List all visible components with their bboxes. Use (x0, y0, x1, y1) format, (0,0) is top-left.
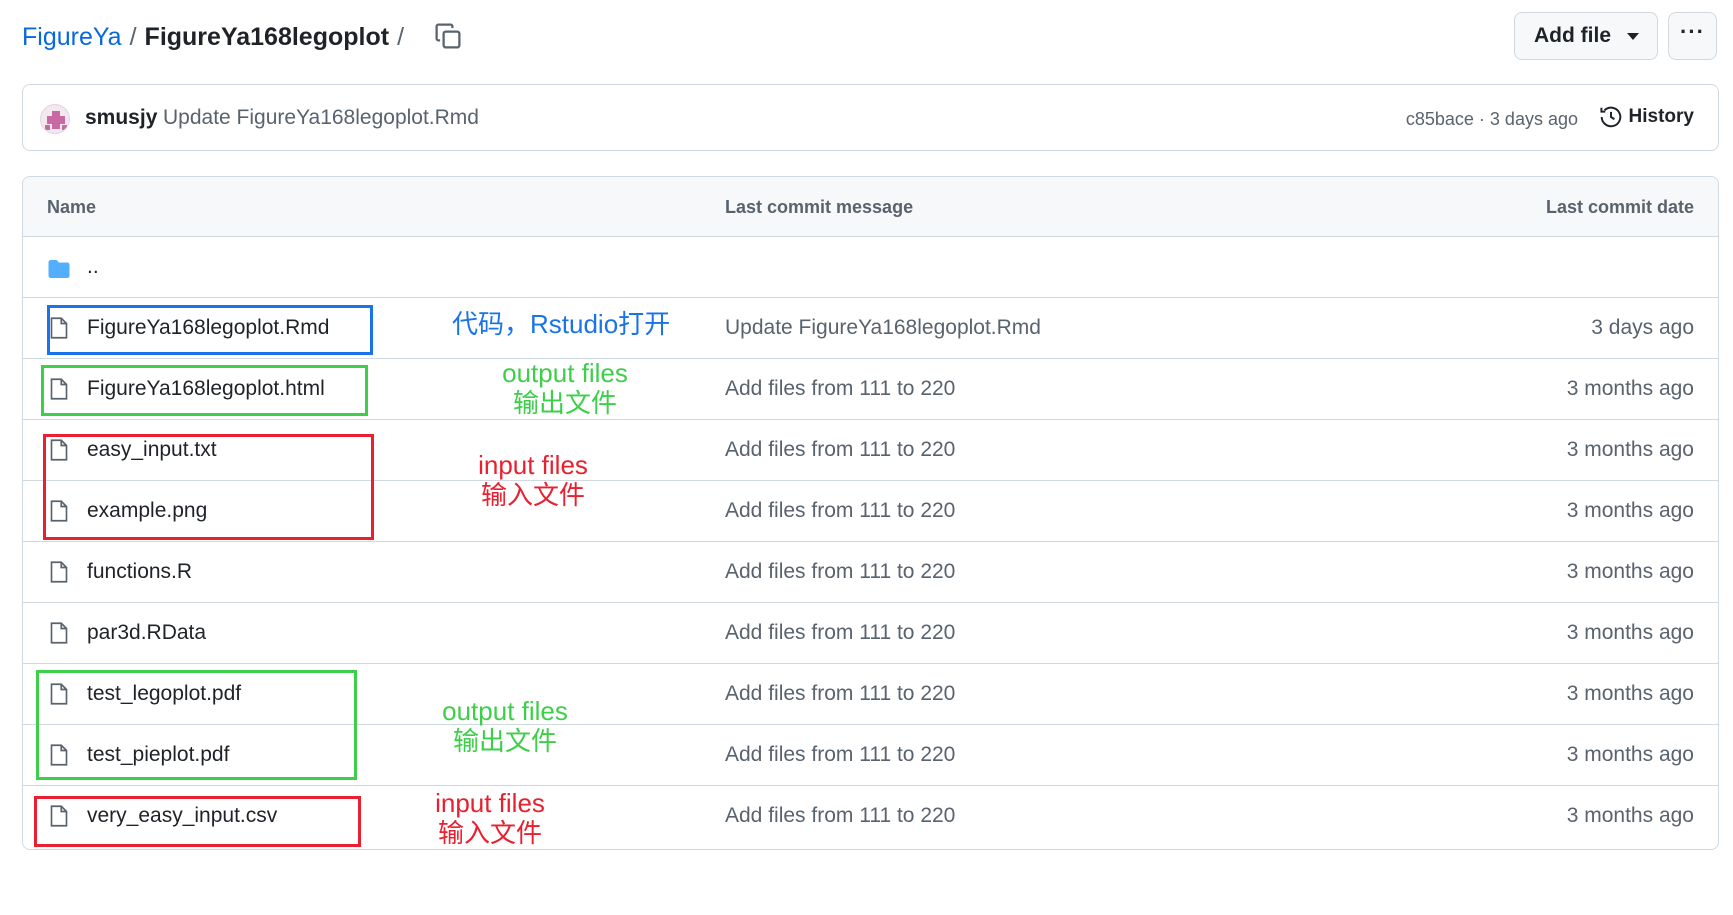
annotation-input-note-2: input files 输入文件 (405, 788, 575, 848)
annotation-input-note-1: input files 输入文件 (448, 450, 618, 510)
file-commit-message[interactable]: Add files from 111 to 220 (725, 804, 955, 828)
file-commit-date: 3 months ago (1566, 621, 1694, 644)
breadcrumb: FigureYa / FigureYa168legoplot / (22, 22, 464, 52)
copy-path-icon[interactable] (434, 22, 464, 52)
parent-directory-row[interactable]: .. (23, 237, 1718, 298)
latest-commit-bar: smusjy Update FigureYa168legoplot.Rmd c8… (22, 84, 1719, 151)
file-commit-date: 3 months ago (1566, 499, 1694, 522)
file-icon (50, 561, 68, 583)
file-commit-message[interactable]: Add files from 111 to 220 (725, 743, 955, 767)
chevron-down-icon (1627, 33, 1639, 40)
annotation-input-note-1-en: input files (478, 450, 588, 480)
annotation-box-output-pdfs (36, 670, 357, 780)
file-commit-date: 3 months ago (1566, 438, 1694, 461)
add-file-label: Add file (1534, 24, 1611, 47)
file-commit-date: 3 months ago (1566, 560, 1694, 583)
column-header-message: Last commit message (725, 197, 914, 217)
more-options-button[interactable]: ··· (1668, 12, 1717, 60)
annotation-output-note-2-en: output files (442, 696, 568, 726)
history-button[interactable]: History (1599, 105, 1694, 129)
file-icon (50, 622, 68, 644)
top-bar: FigureYa / FigureYa168legoplot / Add fil… (22, 12, 1719, 62)
annotation-input-note-1-zh: 输入文件 (480, 480, 585, 510)
breadcrumb-trailing-separator: / (397, 22, 405, 51)
file-commit-message[interactable]: Add files from 111 to 220 (725, 499, 955, 523)
history-icon (1599, 106, 1621, 128)
table-row[interactable]: functions.R Add files from 111 to 220 3 … (23, 542, 1718, 603)
parent-directory-link[interactable]: .. (87, 255, 99, 279)
column-header-name: Name (47, 197, 97, 217)
annotation-output-note-1: output files 输出文件 (480, 358, 650, 418)
file-commit-message[interactable]: Add files from 111 to 220 (725, 438, 955, 462)
file-commit-message[interactable]: Update FigureYa168legoplot.Rmd (725, 316, 1041, 340)
breadcrumb-current-folder: FigureYa168legoplot (144, 22, 390, 51)
table-row[interactable]: par3d.RData Add files from 111 to 220 3 … (23, 603, 1718, 664)
annotation-output-note-1-en: output files (502, 358, 628, 388)
file-commit-message[interactable]: Add files from 111 to 220 (725, 621, 955, 645)
file-commit-message[interactable]: Add files from 111 to 220 (725, 560, 955, 584)
file-commit-date: 3 months ago (1566, 804, 1694, 827)
commit-message[interactable]: Update FigureYa168legoplot.Rmd (163, 106, 479, 130)
file-commit-date: 3 days ago (1591, 316, 1694, 339)
file-commit-message[interactable]: Add files from 111 to 220 (725, 377, 955, 401)
annotation-output-note-2: output files 输出文件 (420, 696, 590, 756)
file-commit-date: 3 months ago (1566, 743, 1694, 766)
annotation-box-input-csv (34, 796, 361, 847)
file-name[interactable]: par3d.RData (87, 621, 206, 645)
annotation-output-note-2-zh: 输出文件 (452, 726, 557, 756)
file-commit-date: 3 months ago (1566, 682, 1694, 705)
avatar[interactable] (40, 104, 70, 134)
breadcrumb-separator: / (129, 22, 137, 51)
annotation-box-output-html (41, 365, 368, 416)
annotation-input-note-2-en: input files (435, 788, 545, 818)
commit-hash-and-time[interactable]: c85bace · 3 days ago (1406, 109, 1578, 130)
file-name[interactable]: functions.R (87, 560, 192, 584)
add-file-button[interactable]: Add file (1514, 12, 1658, 60)
column-header-date: Last commit date (1545, 197, 1694, 217)
table-header: Name Last commit message Last commit dat… (23, 177, 1718, 237)
file-commit-message[interactable]: Add files from 111 to 220 (725, 682, 955, 706)
file-commit-date: 3 months ago (1566, 377, 1694, 400)
annotation-box-input-files (43, 434, 374, 540)
annotation-input-note-2-zh: 输入文件 (437, 818, 542, 848)
annotation-code-note: 代码，Rstudio打开 (452, 309, 671, 339)
history-label: History (1628, 106, 1694, 127)
folder-icon (48, 260, 70, 278)
breadcrumb-repo-link[interactable]: FigureYa (22, 23, 122, 52)
commit-author[interactable]: smusjy (85, 106, 157, 130)
annotation-output-note-1-zh: 输出文件 (512, 388, 617, 418)
annotation-box-code (47, 305, 373, 355)
